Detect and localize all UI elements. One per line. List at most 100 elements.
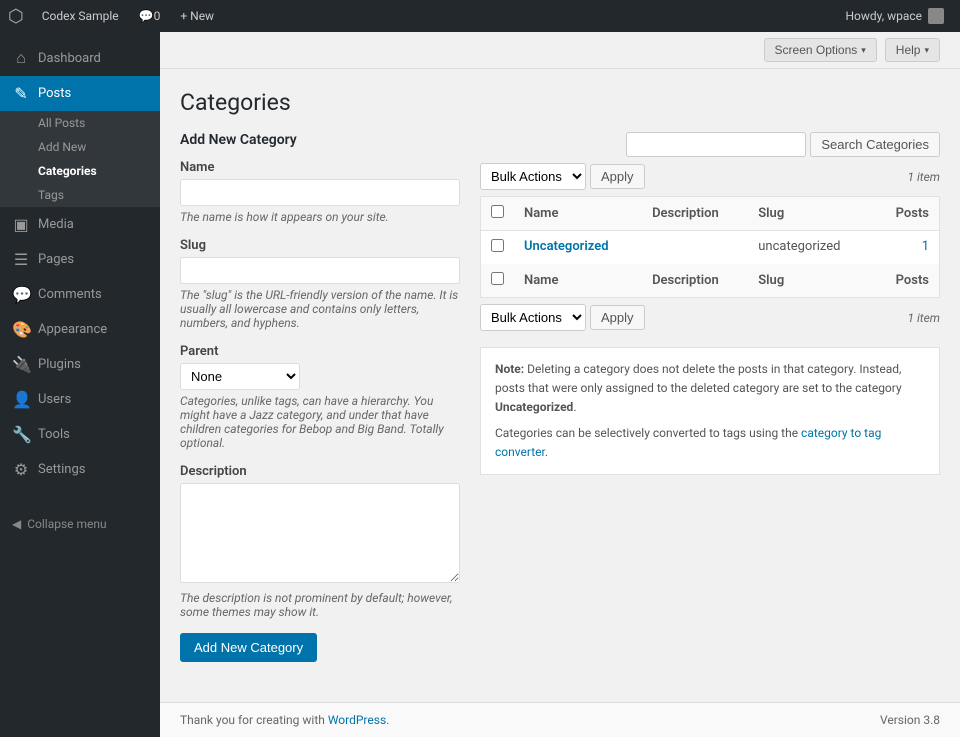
col-slug-header[interactable]: Slug bbox=[748, 197, 873, 231]
add-category-heading: Add New Category bbox=[180, 132, 460, 148]
parent-note: Categories, unlike tags, can have a hier… bbox=[180, 394, 460, 450]
top-toolbar: Bulk Actions Apply 1 item bbox=[480, 163, 940, 190]
submenu-all-posts[interactable]: All Posts bbox=[0, 111, 160, 135]
description-note: The description is not prominent by defa… bbox=[180, 591, 460, 619]
sidebar-item-comments[interactable]: 💬 Comments bbox=[0, 277, 160, 312]
sidebar-item-label: Users bbox=[38, 392, 71, 407]
col-name-header[interactable]: Name bbox=[514, 197, 642, 231]
note-label: Note: bbox=[495, 362, 524, 376]
sidebar-item-pages[interactable]: ☰ Pages bbox=[0, 242, 160, 277]
parent-select[interactable]: None bbox=[180, 363, 300, 390]
tools-icon: 🔧 bbox=[12, 425, 30, 444]
table-footer-row: Name Description Slug Posts bbox=[481, 264, 940, 298]
col-description-footer[interactable]: Description bbox=[642, 264, 748, 298]
sidebar-item-label: Comments bbox=[38, 287, 102, 302]
wp-logo-icon[interactable]: ⬡ bbox=[8, 6, 24, 27]
table-header-row: Name Description Slug Posts bbox=[481, 197, 940, 231]
search-row: Search Categories bbox=[480, 132, 940, 157]
adminbar-site-name[interactable]: Codex Sample bbox=[34, 0, 127, 32]
parent-field-group: Parent None Categories, unlike tags, can… bbox=[180, 344, 460, 450]
adminbar-new[interactable]: + New bbox=[172, 0, 222, 32]
add-new-category-button[interactable]: Add New Category bbox=[180, 633, 317, 662]
col-check-footer bbox=[481, 264, 515, 298]
footer-credit: Thank you for creating with WordPress. bbox=[180, 713, 389, 727]
row-posts-cell: 1 bbox=[874, 231, 940, 265]
sidebar-item-appearance[interactable]: 🎨 Appearance bbox=[0, 312, 160, 347]
screen-options-button[interactable]: Screen Options ▾ bbox=[764, 38, 877, 62]
help-button[interactable]: Help ▾ bbox=[885, 38, 940, 62]
search-categories-button[interactable]: Search Categories bbox=[810, 132, 940, 157]
sidebar-item-posts[interactable]: ✎ Posts bbox=[0, 76, 160, 111]
col-description-header[interactable]: Description bbox=[642, 197, 748, 231]
uncategorized-label: Uncategorized bbox=[495, 400, 573, 414]
top-bulk-actions-wrap: Bulk Actions Apply bbox=[480, 163, 645, 190]
sidebar-item-tools[interactable]: 🔧 Tools bbox=[0, 417, 160, 452]
collapse-icon: ◀ bbox=[12, 517, 21, 531]
row-posts-link[interactable]: 1 bbox=[922, 239, 929, 254]
sidebar-item-label: Tools bbox=[38, 427, 70, 442]
search-input[interactable] bbox=[626, 132, 806, 157]
avatar bbox=[928, 8, 944, 24]
description-textarea[interactable] bbox=[180, 483, 460, 583]
settings-icon: ⚙ bbox=[12, 460, 30, 479]
page-title: Categories bbox=[180, 79, 940, 122]
description-label: Description bbox=[180, 464, 460, 479]
col-slug-footer[interactable]: Slug bbox=[748, 264, 873, 298]
sidebar-item-users[interactable]: 👤 Users bbox=[0, 382, 160, 417]
sidebar-item-dashboard[interactable]: ⌂ Dashboard bbox=[0, 40, 160, 76]
categories-table: Name Description Slug Posts bbox=[480, 196, 940, 298]
sidebar-item-label: Posts bbox=[38, 86, 71, 101]
comments-icon: 💬 bbox=[139, 9, 154, 23]
sidebar-item-plugins[interactable]: 🔌 Plugins bbox=[0, 347, 160, 382]
adminbar-comments[interactable]: 💬 0 bbox=[131, 0, 169, 32]
description-field-group: Description The description is not promi… bbox=[180, 464, 460, 619]
help-caret-icon: ▾ bbox=[924, 45, 929, 56]
table-row: Uncategorized uncategorized 1 bbox=[481, 231, 940, 265]
comments-menu-icon: 💬 bbox=[12, 285, 30, 304]
sidebar: ⌂ Dashboard ✎ Posts All Posts Add New Ca… bbox=[0, 32, 160, 737]
collapse-menu-button[interactable]: ◀ Collapse menu bbox=[0, 507, 160, 541]
sidebar-item-label: Dashboard bbox=[38, 51, 101, 66]
top-bulk-select[interactable]: Bulk Actions bbox=[480, 163, 586, 190]
row-slug-cell: uncategorized bbox=[748, 231, 873, 265]
parent-label: Parent bbox=[180, 344, 460, 359]
posts-icon: ✎ bbox=[12, 84, 30, 103]
sidebar-item-label: Settings bbox=[38, 462, 85, 477]
select-all-checkbox-bottom[interactable] bbox=[491, 272, 504, 285]
dashboard-icon: ⌂ bbox=[12, 48, 30, 68]
top-item-count: 1 item bbox=[907, 170, 940, 184]
submenu-tags[interactable]: Tags bbox=[0, 183, 160, 207]
row-checkbox[interactable] bbox=[491, 239, 504, 252]
main-layout: Add New Category Name The name is how it… bbox=[180, 132, 940, 662]
bottom-item-count: 1 item bbox=[907, 311, 940, 325]
screen-options-caret-icon: ▾ bbox=[861, 45, 866, 56]
adminbar-howdy[interactable]: Howdy, wpace bbox=[837, 8, 952, 24]
col-check-header bbox=[481, 197, 515, 231]
note-paragraph-2: Categories can be selectively converted … bbox=[495, 424, 925, 462]
bottom-bulk-select[interactable]: Bulk Actions bbox=[480, 304, 586, 331]
slug-input[interactable] bbox=[180, 257, 460, 284]
top-apply-button[interactable]: Apply bbox=[590, 164, 645, 189]
name-field-group: Name The name is how it appears on your … bbox=[180, 160, 460, 224]
sidebar-item-label: Media bbox=[38, 217, 74, 232]
add-category-panel: Add New Category Name The name is how it… bbox=[180, 132, 460, 662]
media-icon: ▣ bbox=[12, 215, 30, 234]
col-posts-header[interactable]: Posts bbox=[874, 197, 940, 231]
submenu-categories[interactable]: Categories bbox=[0, 159, 160, 183]
sidebar-item-label: Appearance bbox=[38, 322, 107, 337]
posts-submenu: All Posts Add New Categories Tags bbox=[0, 111, 160, 207]
category-name-link[interactable]: Uncategorized bbox=[524, 239, 609, 254]
footer: Thank you for creating with WordPress. V… bbox=[160, 702, 960, 737]
name-note: The name is how it appears on your site. bbox=[180, 210, 460, 224]
submenu-add-new[interactable]: Add New bbox=[0, 135, 160, 159]
select-all-checkbox-top[interactable] bbox=[491, 205, 504, 218]
col-posts-footer[interactable]: Posts bbox=[874, 264, 940, 298]
sidebar-item-media[interactable]: ▣ Media bbox=[0, 207, 160, 242]
col-name-footer[interactable]: Name bbox=[514, 264, 642, 298]
name-input[interactable] bbox=[180, 179, 460, 206]
wordpress-link[interactable]: WordPress bbox=[328, 713, 386, 727]
plugins-icon: 🔌 bbox=[12, 355, 30, 374]
sidebar-item-settings[interactable]: ⚙ Settings bbox=[0, 452, 160, 487]
appearance-icon: 🎨 bbox=[12, 320, 30, 339]
bottom-apply-button[interactable]: Apply bbox=[590, 305, 645, 330]
